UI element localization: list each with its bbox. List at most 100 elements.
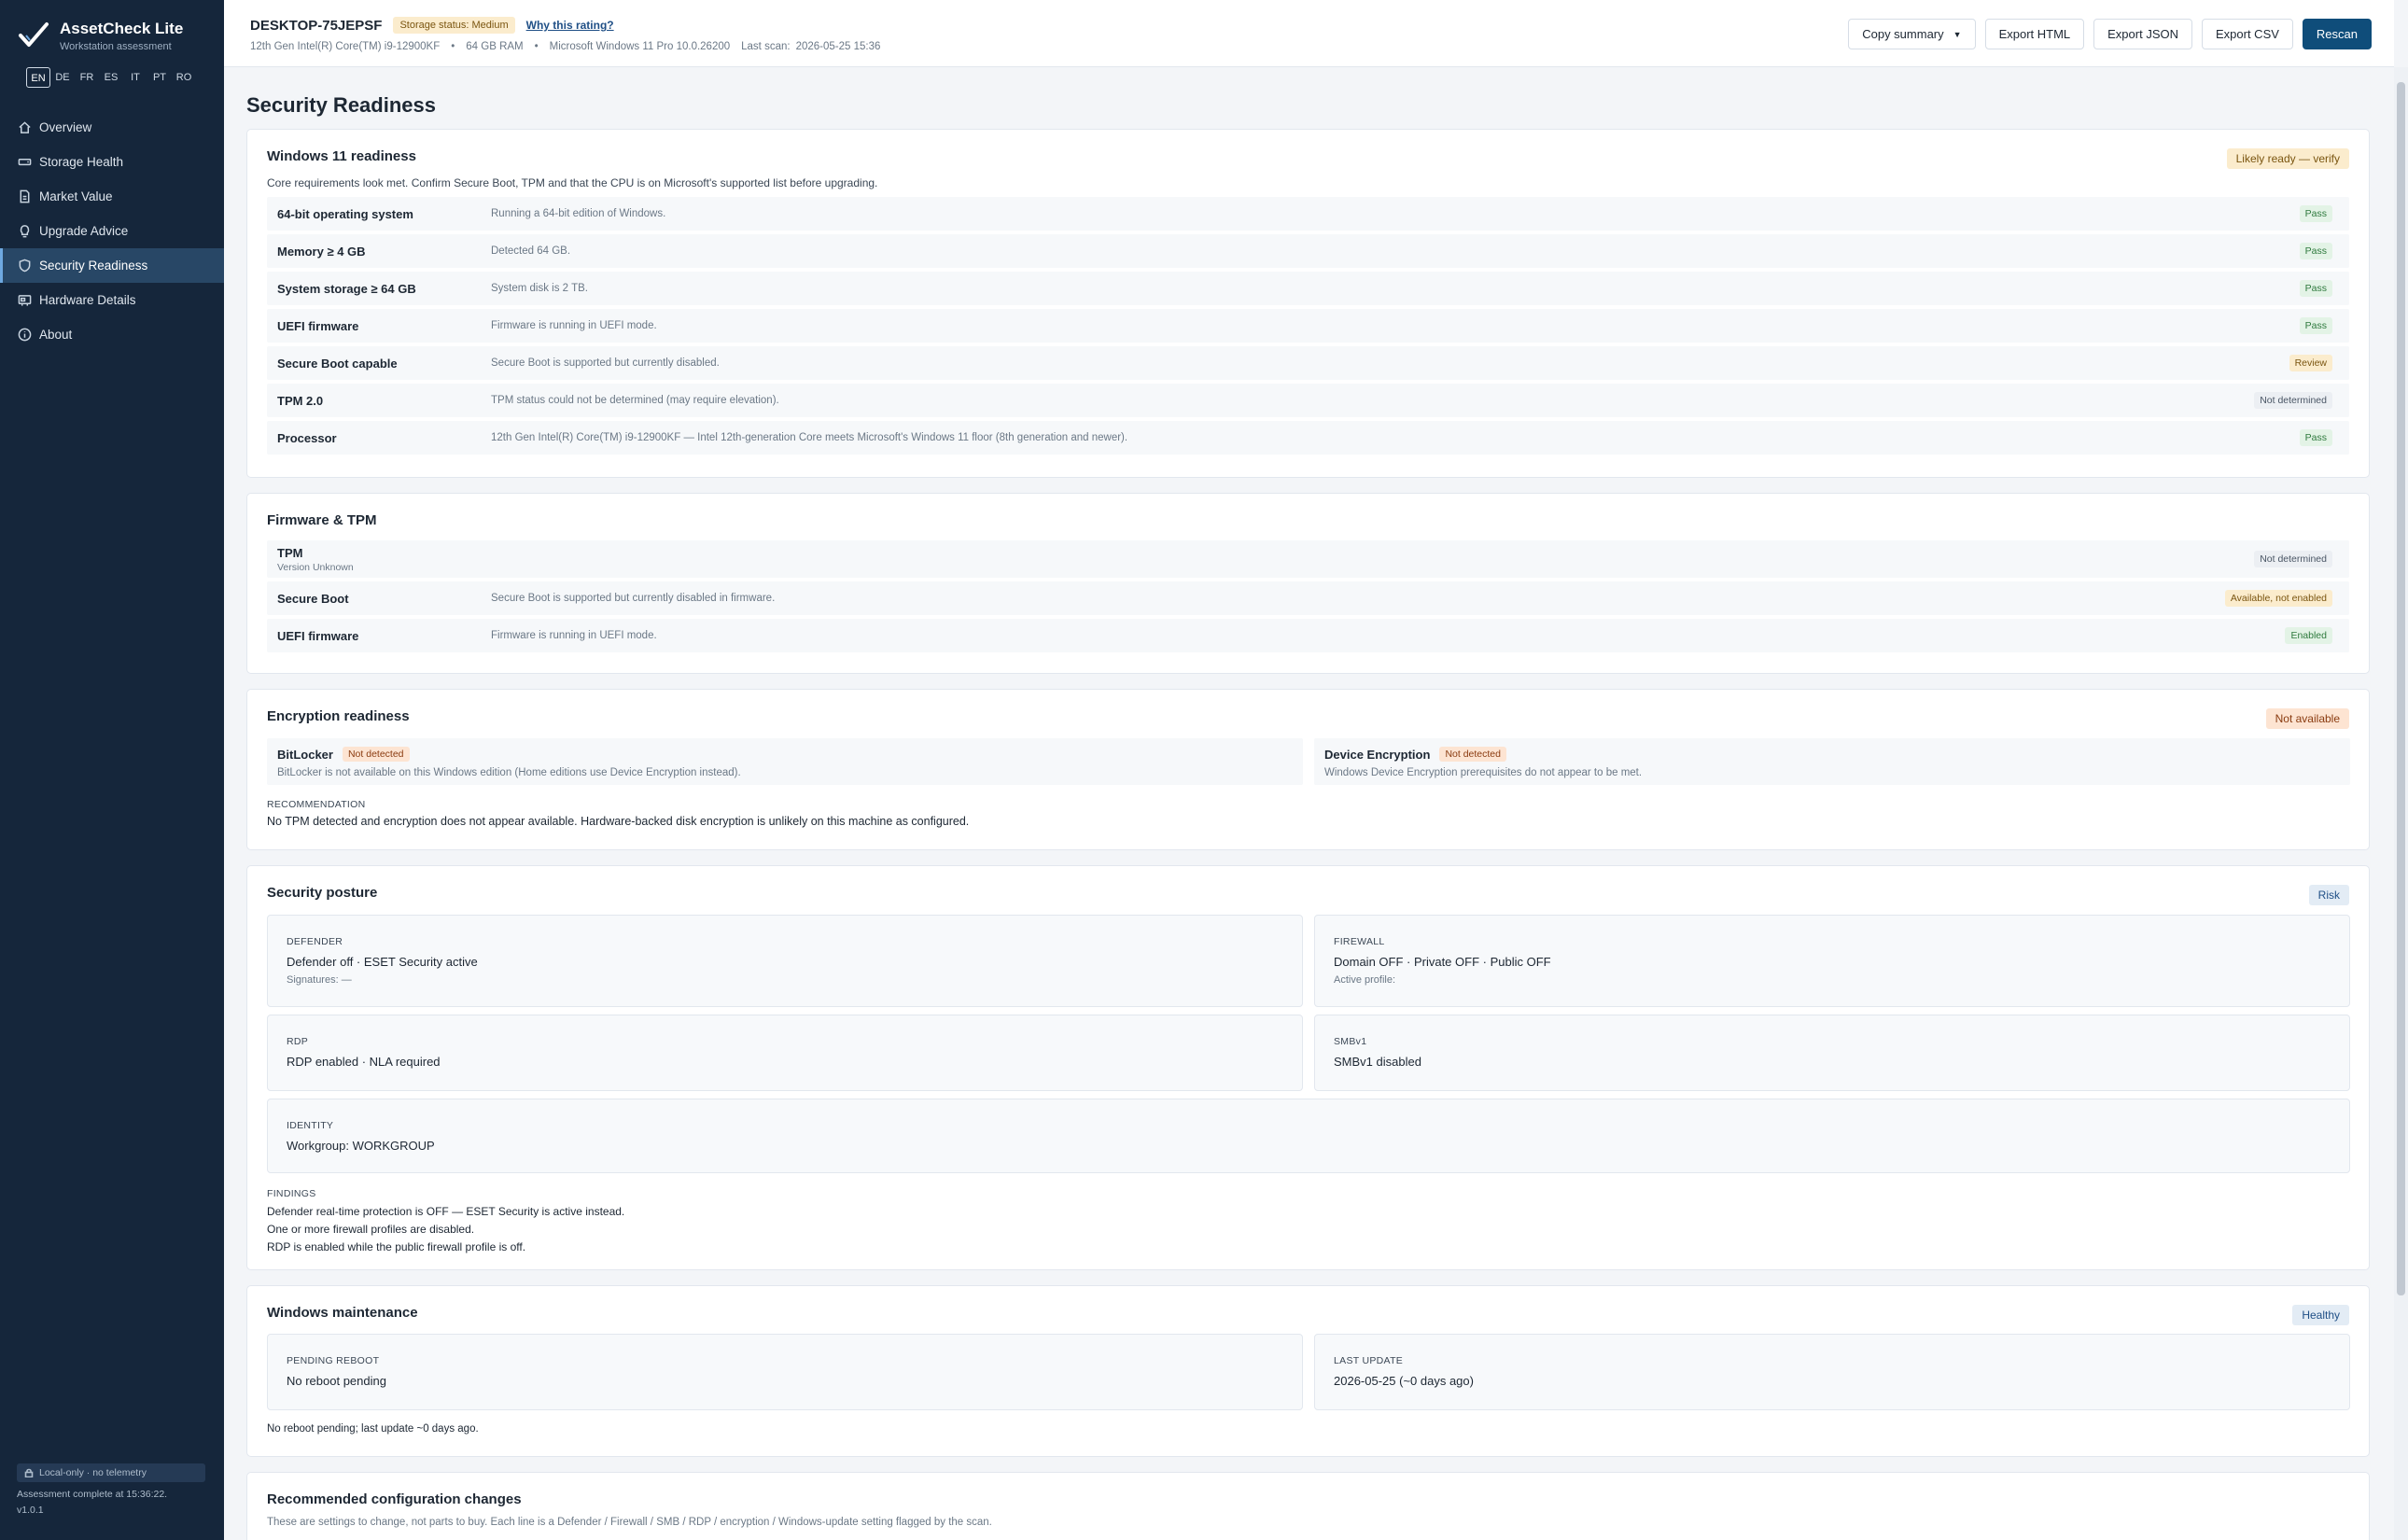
requirement-row: Processor 12th Gen Intel(R) Core(TM) i9-… (267, 421, 2349, 455)
requirement-row: System storage ≥ 64 GB System disk is 2 … (267, 272, 2349, 305)
sidebar-item-label: Market Value (39, 189, 113, 203)
card-title: Recommended configuration changes (267, 1491, 522, 1507)
sidebar-item-label: Storage Health (39, 155, 124, 169)
defender-tile: Defender Defender off · ESET Security ac… (267, 915, 1303, 1007)
requirement-row: UEFI firmware Firmware is running in UEF… (267, 309, 2349, 343)
lang-ro[interactable]: RO (172, 67, 196, 88)
rescan-button[interactable]: Rescan (2302, 19, 2372, 49)
os-info: Microsoft Windows 11 Pro 10.0.26200 (549, 41, 731, 52)
document-icon (17, 189, 32, 204)
chip-icon (17, 293, 32, 308)
tile-key: Firewall (1334, 936, 1385, 947)
requirement-desc: System disk is 2 TB. (491, 283, 588, 294)
recommendation-label: Recommendation (267, 799, 366, 810)
home-icon (17, 120, 32, 135)
lang-en[interactable]: EN (26, 67, 50, 88)
lang-es[interactable]: ES (99, 67, 123, 88)
sidebar-item-label: Upgrade Advice (39, 224, 129, 238)
sidebar-item-upgrade-advice[interactable]: Upgrade Advice (0, 214, 224, 248)
status-badge: Likely ready — verify (2226, 148, 2349, 169)
sidebar-item-about[interactable]: About (0, 317, 224, 352)
tpm-label: TPM (277, 545, 303, 560)
last-scan-label: Last scan: (741, 41, 791, 52)
rdp-tile: RDP RDP enabled · NLA required (267, 1015, 1303, 1091)
sidebar-item-label: Hardware Details (39, 293, 136, 307)
brand: AssetCheck Lite Workstation assessment (17, 19, 183, 52)
card-title: Encryption readiness (267, 708, 410, 724)
status-badge: Risk (2308, 885, 2349, 905)
requirement-desc: Secure Boot is supported but currently d… (491, 357, 720, 369)
lightbulb-icon (17, 224, 32, 239)
export-json-button[interactable]: Export JSON (2093, 19, 2192, 49)
status-badge: Not detected (1439, 747, 1506, 762)
card-subtitle: Core requirements look met. Confirm Secu… (267, 176, 878, 189)
storage-status-badge: Storage status: Medium (393, 17, 515, 34)
lang-fr[interactable]: FR (75, 67, 99, 88)
device-encryption-label: Device Encryption (1324, 747, 1431, 762)
vertical-scrollbar[interactable] (2394, 67, 2408, 1540)
sidebar-item-storage-health[interactable]: Storage Health (0, 145, 224, 179)
result-badge: Available, not enabled (2224, 590, 2332, 607)
requirement-row: Secure Boot capable Secure Boot is suppo… (267, 346, 2349, 380)
device-encryption-desc: Windows Device Encryption prerequisites … (1324, 767, 1643, 778)
tile-value: Defender off · ESET Security active (287, 955, 478, 969)
windows11-readiness-card: Windows 11 readiness Likely ready — veri… (246, 129, 2370, 478)
ram-info: 64 GB RAM (466, 41, 524, 52)
firmware-tpm-card: Firmware & TPM TPM Version Unknown Not d… (246, 493, 2370, 674)
result-badge: Pass (2299, 317, 2332, 334)
lang-pt[interactable]: PT (147, 67, 172, 88)
bitlocker-label: BitLocker (277, 747, 333, 762)
sidebar-nav: Overview Storage Health Market Value Upg… (0, 110, 224, 352)
finding-item: One or more firewall profiles are disabl… (267, 1223, 475, 1236)
assessment-status: Assessment complete at 15:36:22. (17, 1489, 168, 1500)
scrollbar-thumb[interactable] (2397, 82, 2405, 1295)
sidebar-item-label: Security Readiness (39, 259, 148, 273)
tile-value: Domain OFF · Private OFF · Public OFF (1334, 955, 1551, 969)
tile-sub: Active profile: (1334, 974, 1396, 986)
card-title: Firmware & TPM (267, 512, 377, 528)
requirement-desc: 12th Gen Intel(R) Core(TM) i9-12900KF — … (491, 432, 1128, 443)
device-encryption-title: Device Encryption Not detected (1324, 747, 1506, 762)
status-badge: Healthy (2292, 1305, 2349, 1325)
firmware-label: TPM Version Unknown (277, 546, 354, 573)
sidebar-item-market-value[interactable]: Market Value (0, 179, 224, 214)
recommendation-text: No TPM detected and encryption does not … (267, 815, 970, 828)
checkmark-logo-icon (19, 22, 49, 47)
copy-summary-button[interactable]: Copy summary ▼ (1848, 19, 1976, 49)
result-badge: Pass (2299, 280, 2332, 297)
export-csv-button[interactable]: Export CSV (2202, 19, 2293, 49)
status-badge: Not available (2265, 708, 2349, 729)
tile-key: RDP (287, 1036, 309, 1047)
local-only-badge: Local-only · no telemetry (17, 1463, 205, 1482)
copy-summary-label: Copy summary (1862, 27, 1944, 41)
requirement-label: UEFI firmware (277, 318, 359, 333)
firmware-row: TPM Version Unknown Not determined (267, 540, 2349, 578)
tile-value: No reboot pending (287, 1374, 386, 1388)
tile-key: Pending reboot (287, 1355, 380, 1366)
lang-de[interactable]: DE (50, 67, 75, 88)
card-subtitle: These are settings to change, not parts … (267, 1517, 992, 1528)
result-badge: Pass (2299, 243, 2332, 259)
firmware-list: TPM Version Unknown Not determined Secur… (267, 540, 2349, 656)
tile-key: Defender (287, 936, 343, 947)
sidebar-item-hardware-details[interactable]: Hardware Details (0, 283, 224, 317)
lang-it[interactable]: IT (123, 67, 147, 88)
sidebar-item-security-readiness[interactable]: Security Readiness (0, 248, 224, 283)
main-content: Security Readiness Windows 11 readiness … (224, 67, 2394, 1540)
status-badge: Not detected (342, 747, 410, 762)
firmware-label: Secure Boot (277, 591, 349, 606)
requirement-desc: Running a 64-bit edition of Windows. (491, 208, 666, 219)
local-only-text: Local-only · no telemetry (39, 1467, 147, 1478)
info-icon (17, 328, 32, 343)
result-badge: Not determined (2254, 392, 2332, 409)
recommended-changes-card: Recommended configuration changes These … (246, 1472, 2370, 1540)
app-subtitle: Workstation assessment (60, 40, 172, 52)
requirement-desc: TPM status could not be determined (may … (491, 395, 779, 406)
caret-down-icon: ▼ (1953, 29, 1962, 39)
why-rating-link[interactable]: Why this rating? (526, 19, 614, 32)
requirement-label: 64-bit operating system (277, 206, 413, 221)
host-name: DESKTOP-75JEPSF (250, 17, 383, 34)
sidebar-item-overview[interactable]: Overview (0, 110, 224, 145)
export-html-button[interactable]: Export HTML (1984, 19, 2085, 49)
identity-tile: Identity Workgroup: WORKGROUP (267, 1099, 2350, 1173)
